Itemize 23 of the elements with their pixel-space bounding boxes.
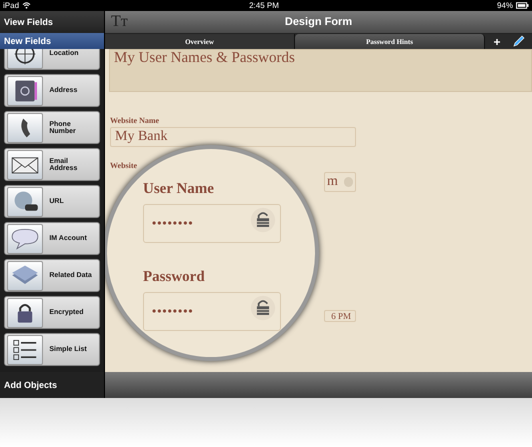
dropdown-field[interactable]: m [324, 172, 356, 192]
wifi-icon [22, 2, 32, 9]
battery-icon [516, 2, 529, 9]
field-label: Password [143, 269, 205, 286]
date-field[interactable]: 6 PM [324, 310, 356, 322]
section-header[interactable]: New Fields [0, 33, 104, 49]
field-label: Website [110, 161, 138, 170]
field-label: Website Name [110, 116, 160, 125]
input-field[interactable]: My Bank [110, 127, 356, 147]
battery-level: 94% [496, 1, 513, 10]
phone-handset-icon [19, 116, 32, 138]
add-button[interactable]: + [486, 34, 508, 49]
padlock-icon[interactable] [250, 207, 276, 233]
sidebar-footer: Add Objects [0, 372, 104, 398]
password-field[interactable]: •••••••• [143, 204, 281, 243]
status-time: 2:45 PM [248, 1, 280, 10]
password-field[interactable]: •••••••• [143, 292, 281, 331]
device-name: iPad [3, 1, 20, 10]
form-title: My User Names & Passwords [109, 49, 532, 92]
sidebar-header: View Fields [0, 11, 104, 33]
field-label: User Name [143, 181, 214, 198]
window-title: Design Form [284, 16, 354, 28]
padlock-icon[interactable] [250, 295, 276, 321]
